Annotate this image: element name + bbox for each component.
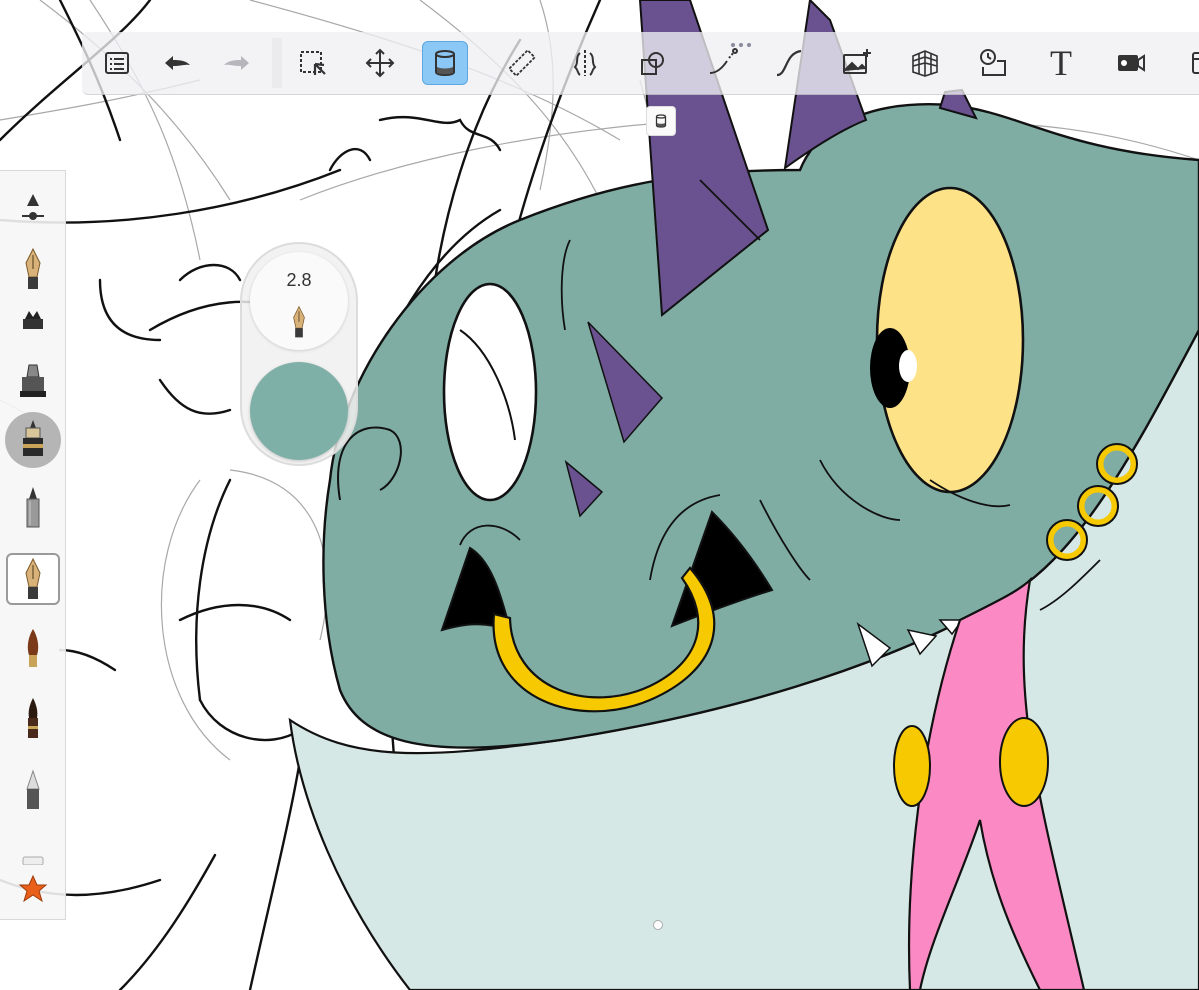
predictive-stroke-button[interactable] <box>700 41 746 85</box>
shape-icon <box>641 52 664 75</box>
eye-right-glint <box>899 350 917 382</box>
brush-slot-pen-a[interactable] <box>6 243 60 295</box>
perspective-guide-button[interactable] <box>902 41 948 85</box>
fountain-pen-icon <box>25 557 41 599</box>
transform-button[interactable] <box>357 41 403 85</box>
redo-arrow-icon <box>224 56 249 70</box>
fountain-pen-icon <box>25 247 41 289</box>
record-button[interactable] <box>1108 41 1154 85</box>
image-add-icon <box>843 49 871 74</box>
brush-size-slider-icon <box>22 194 44 220</box>
brush-slot-inkpen[interactable] <box>6 415 60 467</box>
symmetry-button[interactable] <box>562 41 608 85</box>
brush-size-puck[interactable]: 2.8 <box>250 252 348 350</box>
main-toolbar: T <box>82 32 1199 95</box>
text-icon: T <box>1050 43 1072 83</box>
paint-bucket-icon <box>435 50 455 76</box>
brush-slot-airbrush[interactable] <box>6 765 60 817</box>
time-lapse-icon <box>980 49 1006 76</box>
undo-button[interactable] <box>154 41 200 85</box>
technical-pen-icon <box>23 420 43 456</box>
marker-icon <box>20 364 46 397</box>
ruler-button[interactable] <box>499 41 545 85</box>
paint-bucket-icon <box>655 114 667 128</box>
brush-color-puck[interactable] <box>250 362 348 460</box>
brush-slot-pen-selected[interactable] <box>6 553 60 605</box>
active-tool-indicator[interactable] <box>646 106 676 136</box>
chisel-marker-icon <box>23 311 43 329</box>
brush-slot-brushpen[interactable] <box>6 693 60 745</box>
more-panel-button[interactable] <box>1176 41 1199 85</box>
brush-size-value: 2.8 <box>286 270 312 290</box>
curve-icon <box>776 49 802 77</box>
pencil-icon <box>26 487 40 528</box>
text-button[interactable]: T <box>1038 41 1084 85</box>
time-lapse-button[interactable] <box>970 41 1016 85</box>
list-icon <box>105 52 129 74</box>
page-indicator-dot[interactable] <box>653 920 663 930</box>
selection-button[interactable] <box>290 41 336 85</box>
paintbrush-icon <box>27 629 39 667</box>
star-icon <box>18 874 48 903</box>
undo-arrow-icon <box>165 56 190 70</box>
shape-button[interactable] <box>630 41 676 85</box>
brush-library-list-button[interactable] <box>94 41 140 85</box>
selection-icon <box>300 51 326 75</box>
perspective-grid-icon <box>912 50 938 77</box>
move-icon <box>365 48 395 78</box>
pendant-left <box>893 725 931 807</box>
curve-button[interactable] <box>766 41 812 85</box>
drawing-canvas[interactable] <box>0 0 1199 990</box>
predictive-stroke-icon <box>709 48 738 74</box>
redo-button[interactable] <box>214 41 260 85</box>
brush-puck[interactable]: 2.8 <box>240 242 358 466</box>
panel-icon <box>1192 52 1199 74</box>
brush-slot-paintbrush[interactable] <box>6 623 60 675</box>
fill-button[interactable] <box>422 41 468 85</box>
brush-palette <box>0 170 66 920</box>
ruler-icon <box>507 48 537 78</box>
eye-left <box>442 282 538 502</box>
brush-slot-marker[interactable] <box>6 355 60 407</box>
brush-settings-slider[interactable] <box>6 181 60 233</box>
favorites-button[interactable] <box>6 863 60 915</box>
airbrush-icon <box>26 769 40 809</box>
import-image-button[interactable] <box>834 41 880 85</box>
pendant-right <box>999 717 1049 807</box>
brush-slot-marker-dark[interactable] <box>6 299 60 351</box>
brush-slot-pencil[interactable] <box>6 483 60 535</box>
fountain-pen-icon <box>293 305 305 338</box>
toolbar-separator <box>272 38 282 88</box>
symmetry-icon <box>573 50 597 76</box>
video-camera-icon <box>1118 54 1145 72</box>
brush-pen-icon <box>28 698 38 738</box>
